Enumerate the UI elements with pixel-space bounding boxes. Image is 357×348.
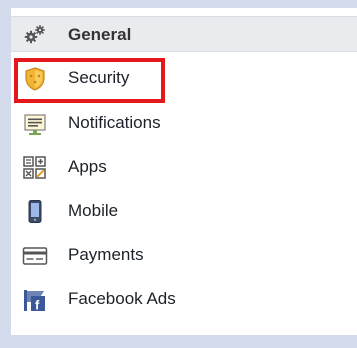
- mobile-phone-icon: [22, 199, 48, 225]
- sidebar-item-label: Facebook Ads: [68, 289, 176, 308]
- sidebar-item-label: Mobile: [68, 201, 119, 220]
- sidebar-item-label: General: [68, 25, 132, 44]
- apps-grid-icon: [22, 155, 48, 181]
- sidebar-item-notifications[interactable]: Notifications: [11, 103, 357, 143]
- ads-flag-icon: f: [22, 287, 48, 313]
- highlight-box: [14, 58, 165, 103]
- sidebar-item-label: Apps: [68, 157, 107, 176]
- settings-window: General Security Notifications Apps Mobi…: [0, 0, 357, 348]
- top-chrome: [0, 0, 357, 8]
- sidebar-item-general[interactable]: General: [11, 16, 357, 52]
- left-chrome: [0, 0, 11, 348]
- sidebar-item-label: Payments: [68, 245, 144, 264]
- sidebar-item-facebook-ads[interactable]: f Facebook Ads: [11, 279, 357, 319]
- gears-icon: [24, 24, 46, 44]
- settings-sidebar: General Security Notifications Apps Mobi…: [11, 8, 357, 335]
- bottom-chrome: [0, 335, 357, 348]
- sidebar-item-payments[interactable]: Payments: [11, 235, 357, 275]
- sidebar-item-mobile[interactable]: Mobile: [11, 191, 357, 231]
- notification-screen-icon: [22, 111, 48, 137]
- sidebar-item-label: Notifications: [68, 113, 161, 132]
- sidebar-item-apps[interactable]: Apps: [11, 147, 357, 187]
- svg-text:f: f: [35, 298, 40, 313]
- credit-card-icon: [22, 243, 48, 269]
